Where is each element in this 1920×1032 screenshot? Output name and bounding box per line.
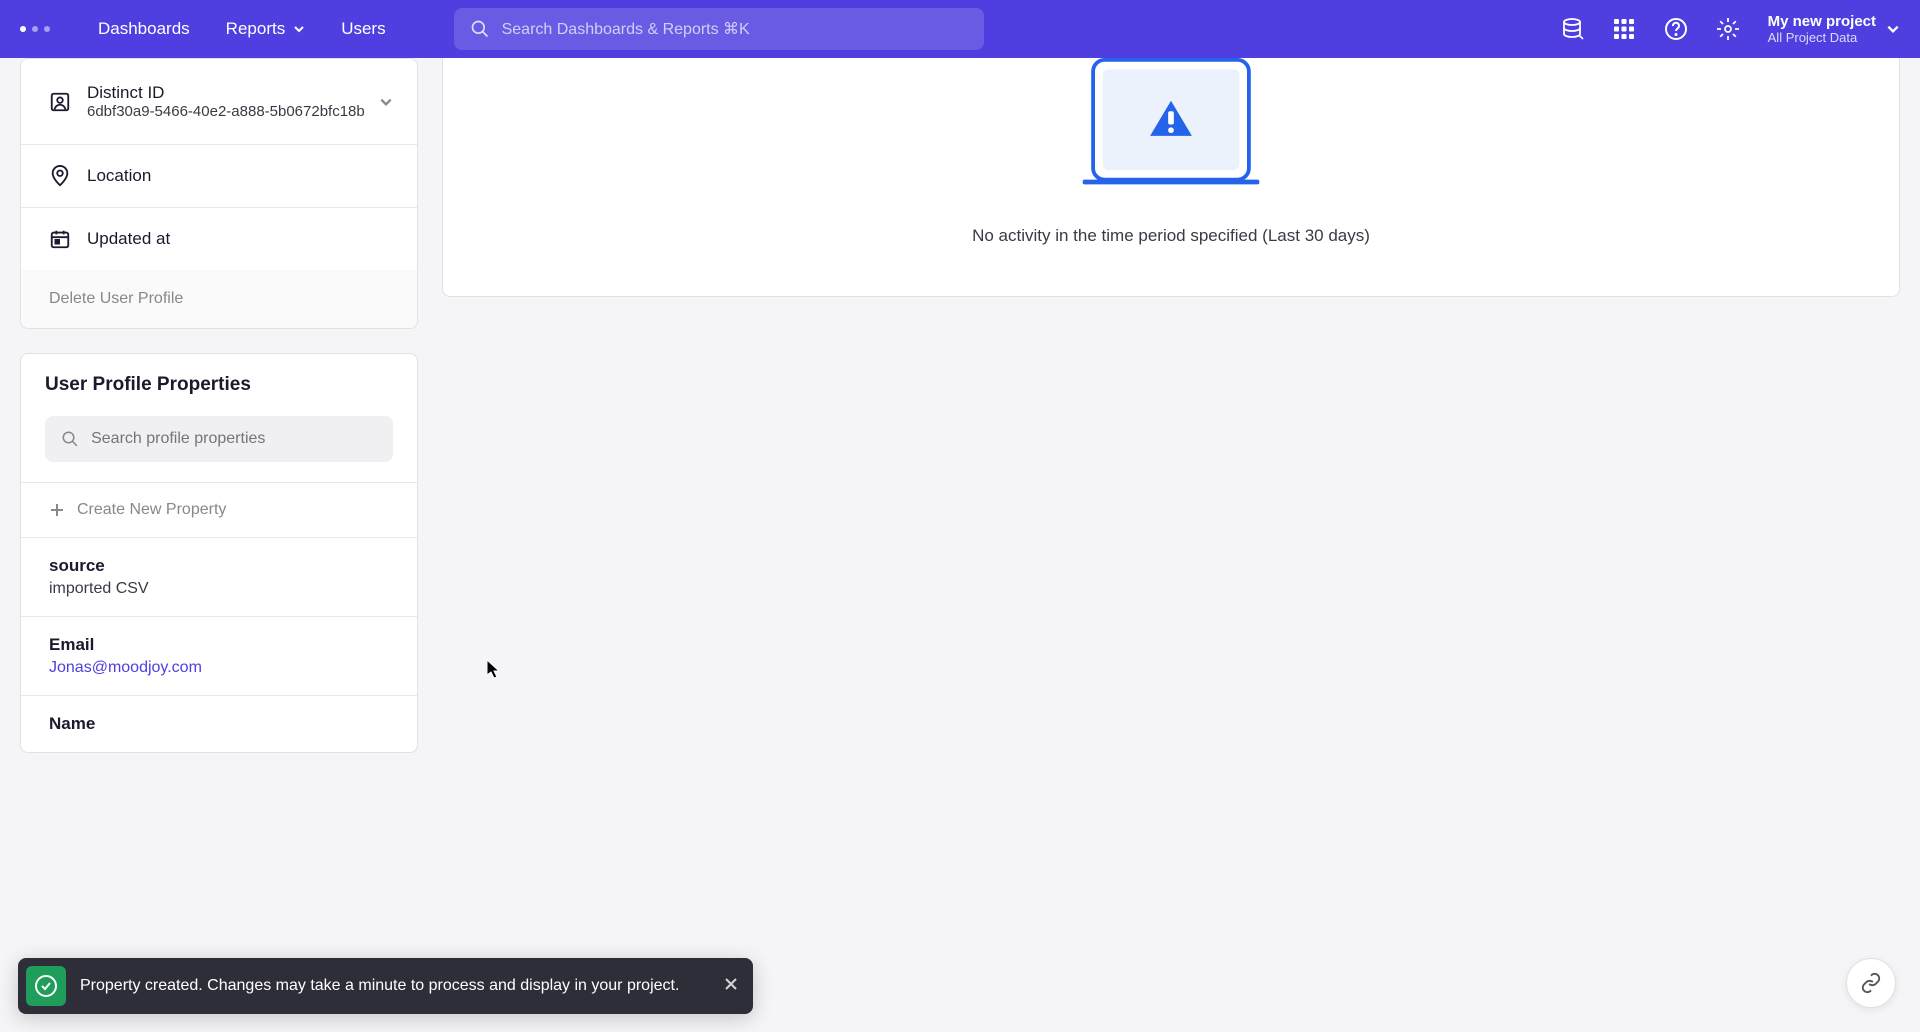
link-fab[interactable]	[1846, 958, 1896, 1008]
search-icon	[61, 429, 79, 449]
property-row-source[interactable]: source imported CSV	[21, 537, 417, 616]
create-property-button[interactable]: Create New Property	[21, 482, 417, 537]
distinct-id-label: Distinct ID	[87, 83, 389, 103]
chevron-down-icon	[1886, 22, 1900, 36]
success-toast: Property created. Changes may take a min…	[18, 958, 753, 1014]
plus-icon	[49, 502, 65, 518]
chevron-down-icon	[293, 23, 305, 35]
property-label: Name	[49, 714, 389, 734]
nav-reports[interactable]: Reports	[208, 0, 324, 58]
updated-at-label: Updated at	[87, 229, 170, 249]
global-search[interactable]: Search Dashboards & Reports ⌘K	[454, 8, 984, 50]
apps-icon[interactable]	[1612, 17, 1636, 41]
project-subtitle: All Project Data	[1768, 30, 1876, 45]
project-selector[interactable]: My new project All Project Data	[1768, 13, 1900, 45]
property-value: imported CSV	[49, 580, 389, 598]
settings-icon[interactable]	[1716, 17, 1740, 41]
user-info-card: Distinct ID 6dbf30a9-5466-40e2-a888-5b06…	[20, 58, 418, 329]
properties-search[interactable]	[45, 416, 393, 462]
activity-empty-state: No activity in the time period specified…	[442, 58, 1900, 297]
link-icon	[1860, 972, 1882, 994]
search-icon	[470, 19, 490, 39]
updated-at-row[interactable]: Updated at	[21, 208, 417, 270]
location-label: Location	[87, 166, 151, 186]
user-id-icon	[49, 91, 71, 113]
distinct-id-row[interactable]: Distinct ID 6dbf30a9-5466-40e2-a888-5b06…	[21, 59, 417, 145]
success-check-icon	[26, 966, 66, 1006]
property-value: Jonas@moodjoy.com	[49, 659, 389, 677]
warning-laptop-illustration	[1076, 58, 1266, 191]
nav-label: Users	[341, 19, 385, 39]
property-row-email[interactable]: Email Jonas@moodjoy.com	[21, 616, 417, 695]
chevron-down-icon	[379, 95, 393, 109]
properties-card: User Profile Properties Create New Prope…	[20, 353, 418, 753]
app-menu-dots[interactable]	[20, 26, 50, 32]
header-actions: My new project All Project Data	[1560, 13, 1900, 45]
property-row-name[interactable]: Name	[21, 695, 417, 752]
project-name: My new project	[1768, 13, 1876, 30]
nav-label: Dashboards	[98, 19, 190, 39]
search-placeholder: Search Dashboards & Reports ⌘K	[502, 19, 750, 39]
create-property-label: Create New Property	[77, 501, 226, 519]
delete-profile-row: Delete User Profile	[21, 270, 417, 328]
nav-label: Reports	[226, 19, 286, 39]
distinct-id-value: 6dbf30a9-5466-40e2-a888-5b0672bfc18b	[87, 103, 389, 120]
empty-state-message: No activity in the time period specified…	[443, 226, 1899, 246]
property-label: Email	[49, 635, 389, 655]
properties-title: User Profile Properties	[21, 354, 417, 416]
delete-profile-link[interactable]: Delete User Profile	[49, 290, 183, 307]
toast-message: Property created. Changes may take a min…	[80, 977, 679, 995]
nav-users[interactable]: Users	[323, 0, 403, 58]
database-icon[interactable]	[1560, 17, 1584, 41]
calendar-icon	[49, 228, 71, 250]
property-label: source	[49, 556, 389, 576]
help-icon[interactable]	[1664, 17, 1688, 41]
location-icon	[49, 165, 71, 187]
nav-dashboards[interactable]: Dashboards	[80, 0, 208, 58]
close-icon	[723, 976, 739, 992]
location-row[interactable]: Location	[21, 145, 417, 208]
app-header: Dashboards Reports Users Search Dashboar…	[0, 0, 1920, 58]
properties-search-input[interactable]	[91, 430, 377, 448]
toast-close-button[interactable]	[723, 976, 739, 997]
